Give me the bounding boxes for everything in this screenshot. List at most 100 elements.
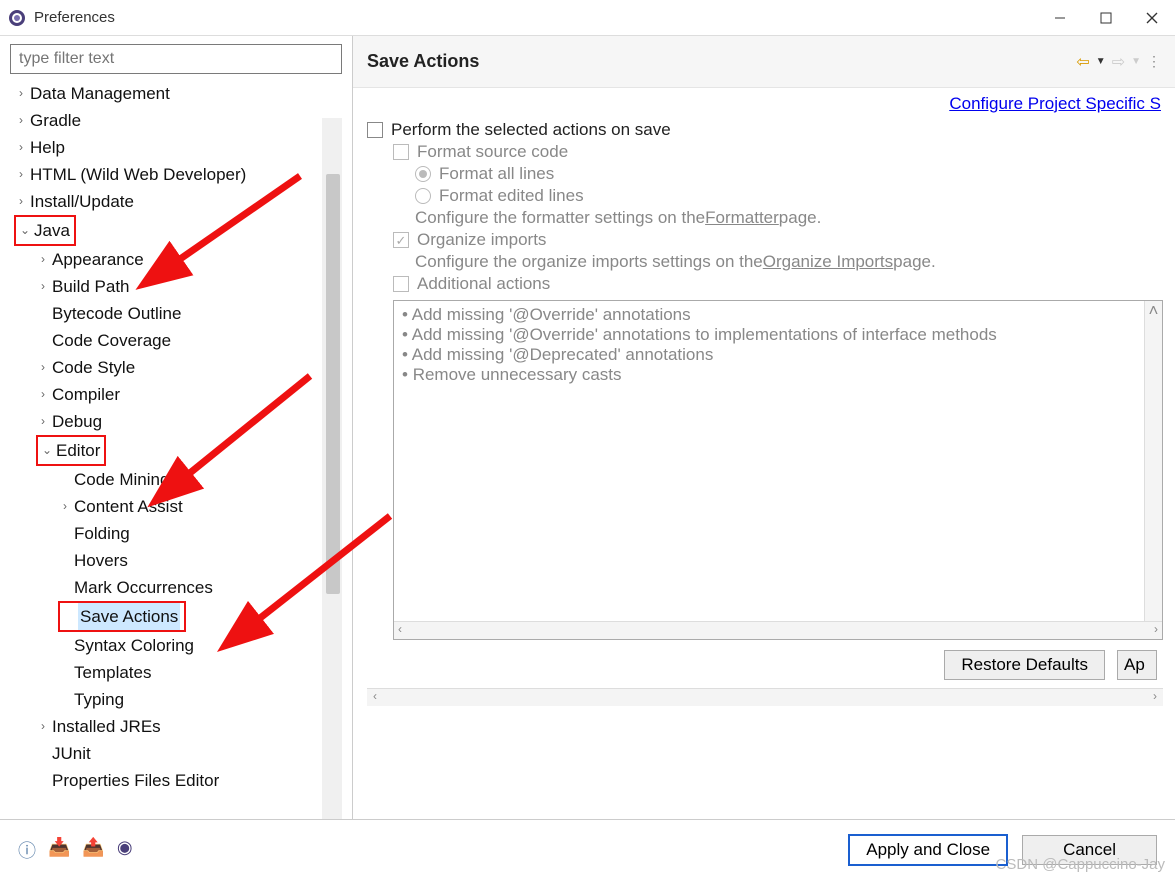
- tree-item[interactable]: ·Mark Occurrences: [10, 574, 342, 601]
- tree-item[interactable]: ·Templates: [10, 659, 342, 686]
- apply-button[interactable]: Ap: [1117, 650, 1157, 680]
- tree-scrollbar[interactable]: [322, 118, 342, 819]
- window-title: Preferences: [34, 9, 115, 26]
- tree-item[interactable]: ·Folding: [10, 520, 342, 547]
- tree-item[interactable]: ›Install/Update: [10, 188, 342, 215]
- organize-imports-label: Organize imports: [417, 230, 546, 250]
- collapsed-icon[interactable]: ›: [14, 188, 28, 215]
- page-toolbar: ⇦ ▼ ⇨ ▼ ⋮: [1076, 52, 1161, 72]
- app-icon: [8, 9, 26, 27]
- tree-item-label: Properties Files Editor: [52, 767, 219, 794]
- additional-actions-list: Add missing '@Override' annotationsAdd m…: [393, 300, 1163, 640]
- preferences-tree-panel: ›Data Management›Gradle›Help›HTML (Wild …: [0, 36, 353, 819]
- tree-item[interactable]: ·Syntax Coloring: [10, 632, 342, 659]
- tree-item[interactable]: ›Content Assist: [10, 493, 342, 520]
- tree-item[interactable]: ·Save Actions: [10, 601, 342, 632]
- list-hscroll[interactable]: ‹›: [394, 621, 1162, 639]
- tree-item-label: Code Coverage: [52, 327, 171, 354]
- expanded-icon[interactable]: ⌄: [18, 217, 32, 244]
- forward-menu-icon[interactable]: ▼: [1131, 56, 1141, 67]
- back-icon[interactable]: ⇦: [1076, 52, 1089, 72]
- collapsed-icon[interactable]: ›: [14, 80, 28, 107]
- tree-item-label: Build Path: [52, 273, 130, 300]
- collapsed-icon[interactable]: ›: [36, 713, 50, 740]
- tree-item-label: Code Style: [52, 354, 135, 381]
- tree-item-label: Java: [34, 217, 70, 244]
- collapsed-icon[interactable]: ›: [14, 134, 28, 161]
- perform-on-save-label: Perform the selected actions on save: [391, 120, 671, 140]
- preferences-page: Save Actions ⇦ ▼ ⇨ ▼ ⋮ Configure Project…: [353, 36, 1175, 819]
- restore-defaults-button[interactable]: Restore Defaults: [944, 650, 1105, 680]
- tree-item[interactable]: ·Hovers: [10, 547, 342, 574]
- formatter-link[interactable]: Formatter: [705, 208, 779, 228]
- tree-item[interactable]: ›Installed JREs: [10, 713, 342, 740]
- organize-imports-link[interactable]: Organize Imports: [763, 252, 893, 272]
- tree-item[interactable]: ·Properties Files Editor: [10, 767, 342, 794]
- tree-item-label: Help: [30, 134, 65, 161]
- tree-item[interactable]: ·Typing: [10, 686, 342, 713]
- tree-item-label: Code Minings: [74, 466, 178, 493]
- filter-input[interactable]: [10, 44, 342, 74]
- project-specific-link[interactable]: Configure Project Specific S: [949, 94, 1161, 113]
- format-all-radio: [415, 166, 431, 182]
- tree-item[interactable]: ·Code Minings: [10, 466, 342, 493]
- list-item: Add missing '@Override' annotations: [402, 305, 1162, 325]
- tree-item[interactable]: ›Gradle: [10, 107, 342, 134]
- collapsed-icon[interactable]: ›: [36, 246, 50, 273]
- tree-item[interactable]: ›Debug: [10, 408, 342, 435]
- tree-item[interactable]: ›Help: [10, 134, 342, 161]
- collapsed-icon[interactable]: ›: [36, 354, 50, 381]
- tree-item[interactable]: ⌄Java: [10, 215, 342, 246]
- tree-item-label: Mark Occurrences: [74, 574, 213, 601]
- list-item: Remove unnecessary casts: [402, 365, 1162, 385]
- record-icon[interactable]: ◉: [117, 837, 133, 863]
- tree-item[interactable]: ›Compiler: [10, 381, 342, 408]
- collapsed-icon[interactable]: ›: [36, 273, 50, 300]
- additional-actions-label: Additional actions: [417, 274, 550, 294]
- import-icon[interactable]: 📥: [48, 837, 70, 863]
- list-vscroll[interactable]: ˄: [1144, 301, 1162, 621]
- additional-actions-checkbox: [393, 276, 409, 292]
- tree-item-label: Folding: [74, 520, 130, 547]
- tree-item[interactable]: ›HTML (Wild Web Developer): [10, 161, 342, 188]
- apply-and-close-button[interactable]: Apply and Close: [848, 834, 1008, 866]
- collapsed-icon[interactable]: ›: [36, 408, 50, 435]
- format-source-checkbox: [393, 144, 409, 160]
- collapsed-icon[interactable]: ›: [36, 381, 50, 408]
- tree-item-label: Typing: [74, 686, 124, 713]
- tree-item[interactable]: ·JUnit: [10, 740, 342, 767]
- forward-icon[interactable]: ⇨: [1112, 52, 1125, 72]
- organize-imports-checkbox: [393, 232, 409, 248]
- tree-item-label: Editor: [56, 437, 100, 464]
- tree-item-label: Templates: [74, 659, 151, 686]
- tree-item-label: Installed JREs: [52, 713, 161, 740]
- close-button[interactable]: [1129, 1, 1175, 35]
- watermark: CSDN @Cappuccino-Jay: [996, 856, 1165, 873]
- tree-item[interactable]: ›Code Style: [10, 354, 342, 381]
- expanded-icon[interactable]: ⌄: [40, 437, 54, 464]
- page-hscroll[interactable]: ‹›: [367, 688, 1163, 706]
- page-title: Save Actions: [367, 51, 479, 72]
- minimize-button[interactable]: [1037, 1, 1083, 35]
- tree-item-label: Data Management: [30, 80, 170, 107]
- collapsed-icon[interactable]: ›: [14, 161, 28, 188]
- tree-item[interactable]: ·Code Coverage: [10, 327, 342, 354]
- collapsed-icon[interactable]: ›: [14, 107, 28, 134]
- menu-icon[interactable]: ⋮: [1147, 53, 1161, 70]
- tree-item[interactable]: ›Appearance: [10, 246, 342, 273]
- tree-item[interactable]: ›Data Management: [10, 80, 342, 107]
- collapsed-icon[interactable]: ›: [58, 493, 72, 520]
- preferences-tree[interactable]: ›Data Management›Gradle›Help›HTML (Wild …: [10, 80, 342, 794]
- tree-item[interactable]: ›Build Path: [10, 273, 342, 300]
- maximize-button[interactable]: [1083, 1, 1129, 35]
- perform-on-save-checkbox[interactable]: [367, 122, 383, 138]
- tree-item[interactable]: ⌄Editor: [10, 435, 342, 466]
- help-icon[interactable]: ⓘ: [18, 837, 36, 863]
- formatter-hint: Configure the formatter settings on the …: [367, 208, 1163, 228]
- tree-item[interactable]: ·Bytecode Outline: [10, 300, 342, 327]
- back-menu-icon[interactable]: ▼: [1096, 56, 1106, 67]
- titlebar: Preferences: [0, 0, 1175, 36]
- export-icon[interactable]: 📤: [82, 837, 104, 863]
- tree-item-label: Debug: [52, 408, 102, 435]
- tree-item-label: JUnit: [52, 740, 91, 767]
